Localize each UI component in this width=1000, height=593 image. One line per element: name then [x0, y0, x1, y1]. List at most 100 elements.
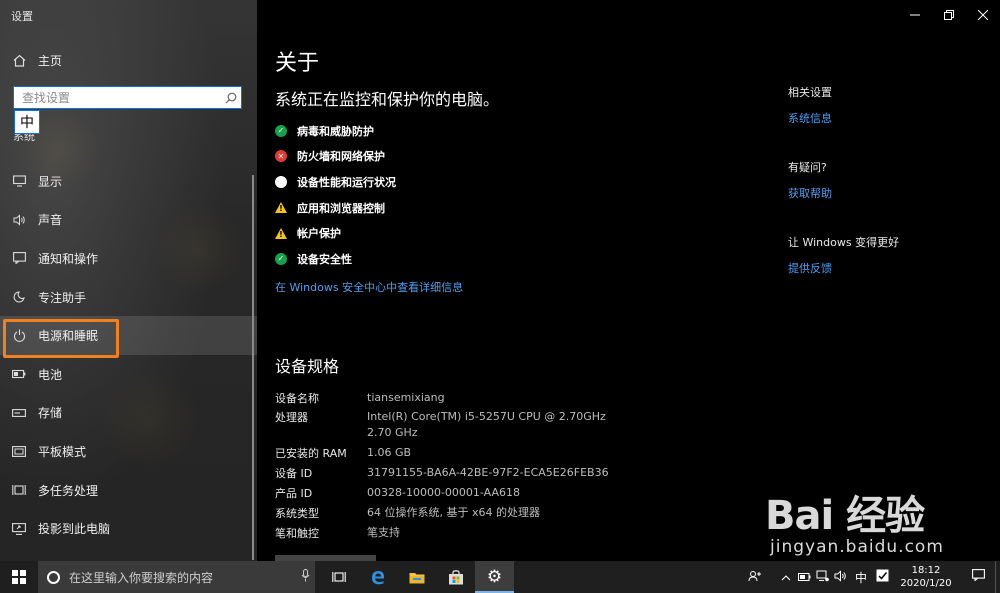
sidebar-item-tablet-mode[interactable]: 平板模式 [0, 432, 257, 471]
spec-key: 系统类型 [275, 507, 319, 520]
file-explorer-button[interactable] [397, 561, 436, 593]
status-label: 病毒和威胁防护 [297, 124, 374, 138]
search-icon[interactable] [221, 88, 241, 108]
home-icon [12, 53, 26, 67]
minimize-icon [910, 14, 920, 16]
question-heading: 有疑问? [788, 161, 827, 174]
show-desktop-button[interactable] [995, 561, 1000, 593]
close-button[interactable] [966, 0, 1000, 30]
tablet-icon [12, 444, 26, 458]
windows-logo-icon [12, 570, 26, 584]
sidebar-item-sound[interactable]: 声音 [0, 201, 257, 240]
edge-browser-button[interactable] [358, 561, 397, 593]
clock-time: 18:12 [911, 565, 941, 576]
battery-icon [12, 367, 26, 381]
settings-search-box[interactable] [13, 86, 242, 109]
settings-app-button[interactable]: ⚙ [475, 561, 514, 593]
power-icon [12, 329, 26, 343]
chevron-up-icon[interactable] [777, 571, 795, 584]
multitask-icon [12, 483, 26, 497]
sidebar-item-storage[interactable]: 存储 [0, 394, 257, 433]
device-specs-heading: 设备规格 [275, 357, 340, 376]
volume-icon[interactable] [831, 569, 849, 585]
people-icon[interactable] [745, 570, 763, 585]
warning-icon: ! [275, 202, 287, 214]
taskbar-clock[interactable]: 18:12 2020/1/20 [891, 564, 961, 590]
network-icon[interactable] [813, 570, 831, 585]
spec-row-device-id: 设备 ID 31791155-BA6A-42BE-97F2-ECA5E26FEB… [275, 465, 622, 481]
check-circle-icon: ✓ [275, 124, 287, 137]
task-view-button[interactable] [319, 561, 358, 593]
taskbar: 在这里输入你要搜索的内容 ⚙ 中 18:12 2020/1/20 [0, 561, 1000, 593]
system-tray: 中 18:12 2020/1/20 [745, 561, 1000, 593]
windows-security-link[interactable]: 在 Windows 安全中心中查看详细信息 [275, 279, 463, 295]
microphone-icon[interactable] [295, 569, 315, 585]
related-settings: 相关设置 系统信息 [788, 84, 832, 126]
battery-tray-icon[interactable] [795, 571, 813, 584]
status-account-protection: ! 帐户保护 [275, 220, 396, 246]
spec-value: 1.06 GB [367, 446, 412, 459]
get-help-link[interactable]: 获取帮助 [788, 185, 832, 201]
speaker-icon [12, 213, 26, 227]
sidebar-item-focus-assist[interactable]: 专注助手 [0, 278, 257, 317]
status-label: 防火墙和网络保护 [297, 150, 385, 164]
sidebar-item-label: 专注助手 [38, 290, 87, 305]
restore-icon [944, 10, 954, 20]
sidebar-item-label: 声音 [38, 213, 63, 228]
status-label: 设备安全性 [297, 252, 352, 266]
spec-key: 笔和触控 [275, 527, 319, 540]
security-subtitle: 系统正在监控和保护你的电脑。 [275, 90, 500, 109]
minimize-button[interactable] [898, 0, 932, 30]
spec-row-pen-touch: 笔和触控 笔支持 [275, 525, 622, 541]
status-label: 设备性能和运行状况 [297, 175, 396, 189]
sidebar-item-battery[interactable]: 电池 [0, 355, 257, 394]
page-title: 关于 [275, 51, 320, 76]
spec-value: 31791155-BA6A-42BE-97F2-ECA5E26FEB36 [367, 466, 609, 479]
task-view-icon [331, 572, 346, 582]
sidebar-item-multitasking[interactable]: 多任务处理 [0, 471, 257, 510]
settings-search-input[interactable] [14, 87, 221, 108]
sidebar-item-display[interactable]: 显示 [0, 162, 257, 201]
taskbar-search-box[interactable]: 在这里输入你要搜索的内容 [38, 561, 315, 593]
sidebar-item-notifications[interactable]: 通知和操作 [0, 239, 257, 278]
improve-windows-heading: 让 Windows 变得更好 [788, 236, 900, 249]
ime-indicator[interactable]: 中 [849, 569, 873, 586]
action-center-small-icon[interactable] [873, 569, 891, 585]
feedback-section: 让 Windows 变得更好 提供反馈 [788, 234, 899, 276]
sidebar-scrollbar[interactable] [252, 175, 254, 560]
status-app-browser-control: ! 应用和浏览器控制 [275, 195, 396, 221]
system-info-link[interactable]: 系统信息 [788, 110, 832, 126]
sidebar-item-label: 主页 [38, 53, 63, 68]
store-button[interactable] [436, 561, 475, 593]
sidebar-item-home[interactable]: 主页 [0, 46, 257, 74]
restore-button[interactable] [932, 0, 966, 30]
cortana-icon [47, 570, 60, 584]
feedback-link[interactable]: 提供反馈 [788, 260, 899, 276]
clock-date: 2020/1/20 [900, 578, 952, 589]
about-page: 关于 系统正在监控和保护你的电脑。 ✓ 病毒和威胁防护 ✕ 防火墙和网络保护 设… [257, 0, 1000, 563]
spec-row-system-type: 系统类型 64 位操作系统, 基于 x64 的处理器 [275, 505, 622, 521]
status-firewall: ✕ 防火墙和网络保护 [275, 144, 396, 170]
start-button[interactable] [0, 561, 38, 593]
spec-value: 64 位操作系统, 基于 x64 的处理器 [367, 506, 540, 519]
sidebar-item-power-sleep[interactable]: 电源和睡眠 [0, 316, 257, 358]
taskbar-pinned-apps: ⚙ [319, 561, 514, 593]
store-bag-icon [448, 569, 463, 584]
security-status-list: ✓ 病毒和威胁防护 ✕ 防火墙和网络保护 设备性能和运行状况 ! 应用和浏览器控… [275, 118, 396, 272]
sidebar-item-label: 电源和睡眠 [38, 329, 99, 344]
spec-key: 已安装的 RAM [275, 447, 347, 460]
app-title: 设置 [11, 10, 33, 23]
sidebar-item-label: 平板模式 [38, 444, 87, 459]
notification-center-icon[interactable] [961, 569, 995, 585]
spec-key: 产品 ID [275, 487, 313, 500]
status-label: 应用和浏览器控制 [297, 201, 385, 215]
spec-row-processor: 处理器 Intel(R) Core(TM) i5-5257U CPU @ 2.7… [275, 409, 622, 441]
sidebar-item-project-to-pc[interactable]: 投影到此电脑 [0, 509, 257, 548]
status-label: 帐户保护 [297, 227, 341, 241]
spec-row-device-name: 设备名称 tiansemixiang [275, 390, 622, 406]
sidebar-item-label: 多任务处理 [38, 483, 99, 498]
ime-candidate-box: 中 [14, 110, 40, 134]
edge-icon [371, 571, 384, 585]
spec-value: tiansemixiang [367, 391, 445, 404]
spec-key: 设备名称 [275, 392, 319, 405]
